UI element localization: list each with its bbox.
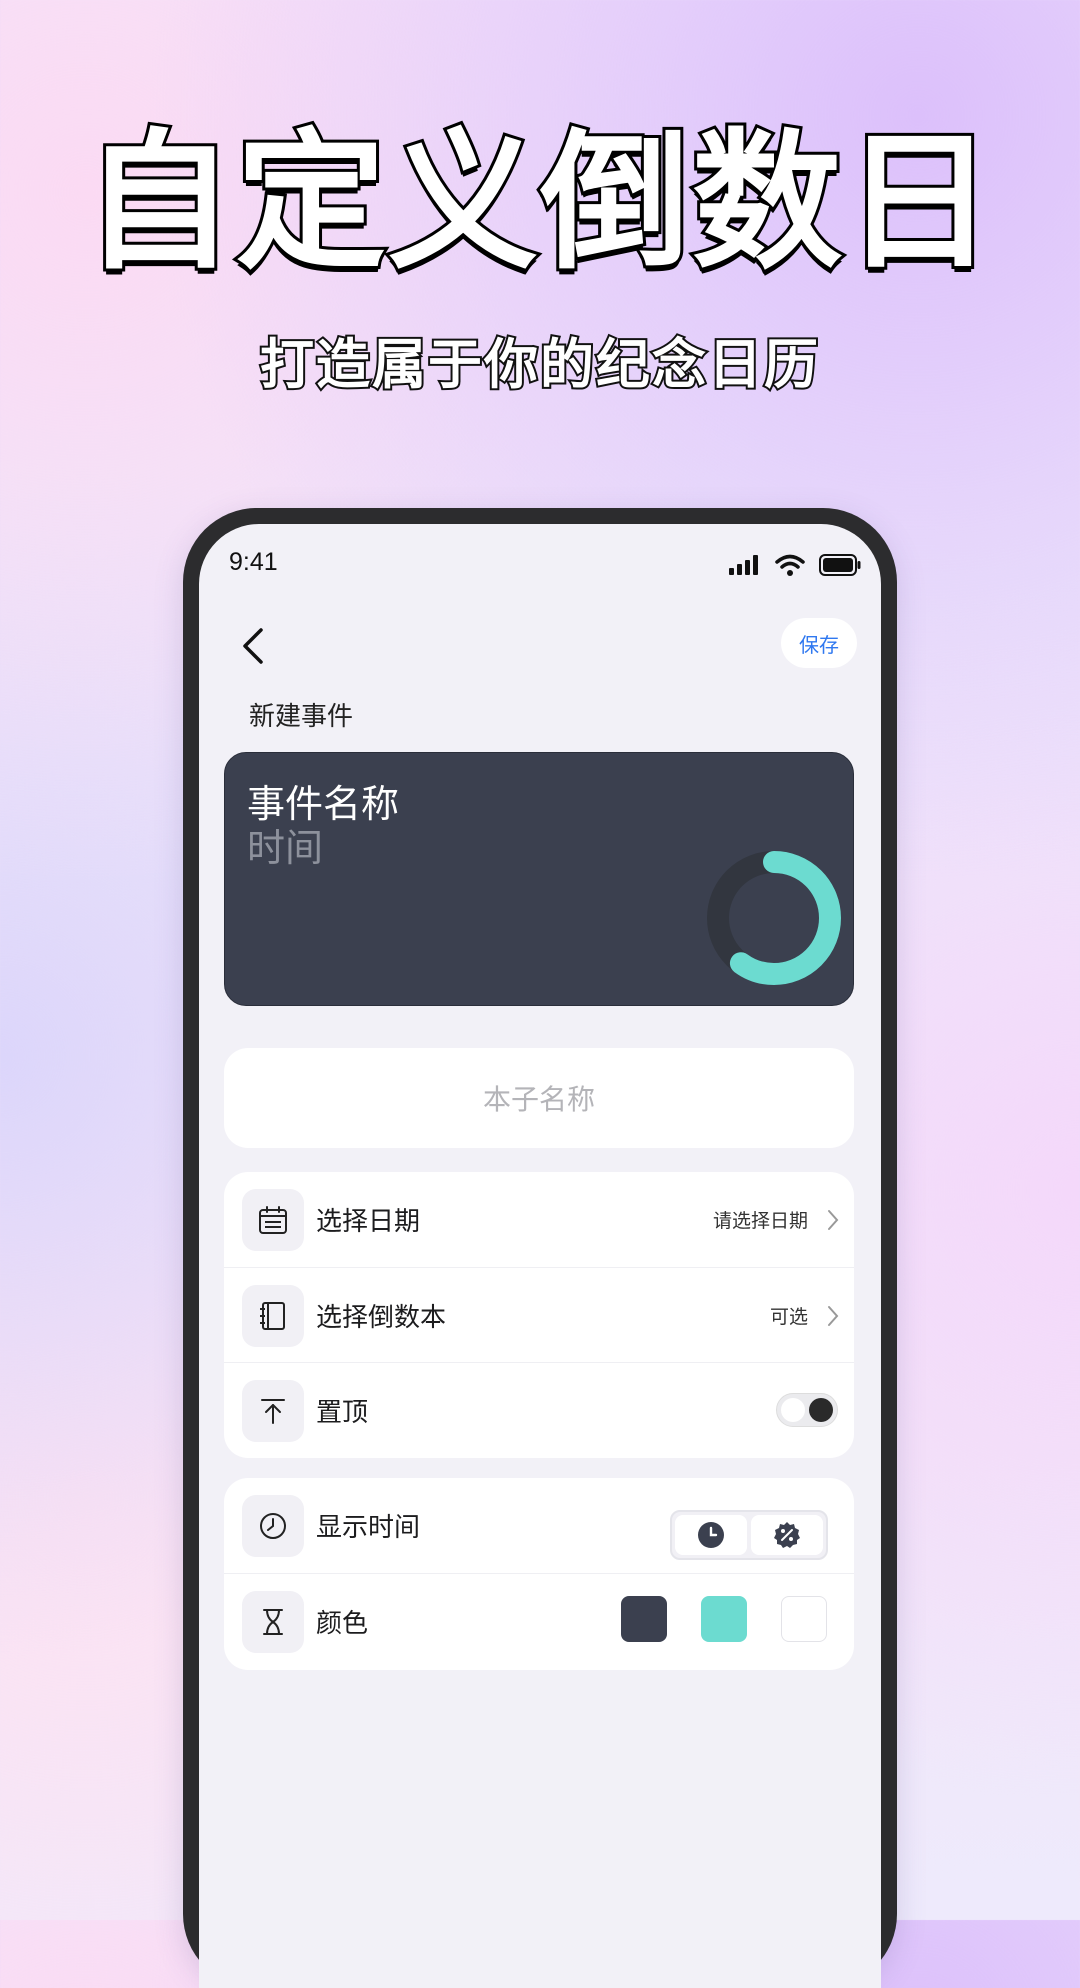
event-time-preview: 时间 bbox=[247, 826, 324, 870]
status-time: 9:41 bbox=[229, 548, 278, 576]
back-button[interactable] bbox=[235, 624, 275, 668]
status-bar: 9:41 bbox=[199, 524, 881, 594]
event-preview-card: 事件名称 时间 bbox=[224, 752, 854, 1006]
select-notebook-row[interactable]: 选择倒数本 可选 bbox=[224, 1267, 854, 1362]
pin-label: 置顶 bbox=[316, 1398, 369, 1428]
settings-group-display: 显示时间 颜色 bbox=[224, 1478, 854, 1670]
battery-icon bbox=[819, 554, 861, 576]
progress-ring bbox=[707, 851, 841, 985]
display-time-label: 显示时间 bbox=[316, 1513, 421, 1543]
color-swatch-dark[interactable] bbox=[621, 1596, 667, 1642]
display-mode-percent[interactable] bbox=[751, 1515, 823, 1555]
select-notebook-label: 选择倒数本 bbox=[316, 1303, 447, 1333]
hourglass-icon bbox=[242, 1591, 304, 1653]
pin-toggle[interactable] bbox=[776, 1393, 838, 1427]
percent-badge-icon bbox=[774, 1522, 800, 1548]
display-mode-clock[interactable] bbox=[675, 1515, 747, 1555]
color-label: 颜色 bbox=[316, 1609, 369, 1639]
promo-subheadline: 打造属于你的纪念日历 bbox=[258, 333, 820, 396]
display-time-row: 显示时间 bbox=[224, 1478, 854, 1573]
pin-row: 置顶 bbox=[224, 1362, 854, 1457]
promo-headline: 自定义倒数日 bbox=[81, 116, 997, 290]
select-date-row[interactable]: 选择日期 请选择日期 bbox=[224, 1172, 854, 1267]
pin-top-icon bbox=[242, 1380, 304, 1442]
chevron-right-icon bbox=[828, 1210, 839, 1230]
status-icons bbox=[729, 554, 861, 576]
phone-frame: 9:41 保存 新建事件 事件名称 时间 本子名称 选择日期 请选择日期 选择倒… bbox=[183, 508, 897, 1988]
color-row: 颜色 bbox=[224, 1573, 854, 1668]
calendar-icon bbox=[242, 1189, 304, 1251]
select-date-value: 请选择日期 bbox=[712, 1210, 808, 1232]
notebook-icon bbox=[242, 1285, 304, 1347]
clock-filled-icon bbox=[698, 1522, 724, 1548]
signal-icon bbox=[729, 555, 758, 575]
select-date-label: 选择日期 bbox=[316, 1207, 421, 1237]
save-button[interactable]: 保存 bbox=[781, 618, 857, 668]
color-swatch-white[interactable] bbox=[781, 1596, 827, 1642]
chevron-right-icon bbox=[828, 1306, 839, 1326]
color-swatch-teal[interactable] bbox=[701, 1596, 747, 1642]
display-mode-selector bbox=[670, 1510, 828, 1560]
settings-group-main: 选择日期 请选择日期 选择倒数本 可选 置顶 bbox=[224, 1172, 854, 1458]
select-notebook-value: 可选 bbox=[769, 1306, 808, 1328]
clock-icon bbox=[242, 1495, 304, 1557]
phone-screen: 9:41 保存 新建事件 事件名称 时间 本子名称 选择日期 请选择日期 选择倒… bbox=[199, 524, 881, 1988]
page-title: 新建事件 bbox=[249, 702, 354, 732]
notebook-name-input[interactable]: 本子名称 bbox=[224, 1048, 854, 1148]
wifi-icon bbox=[775, 554, 805, 576]
